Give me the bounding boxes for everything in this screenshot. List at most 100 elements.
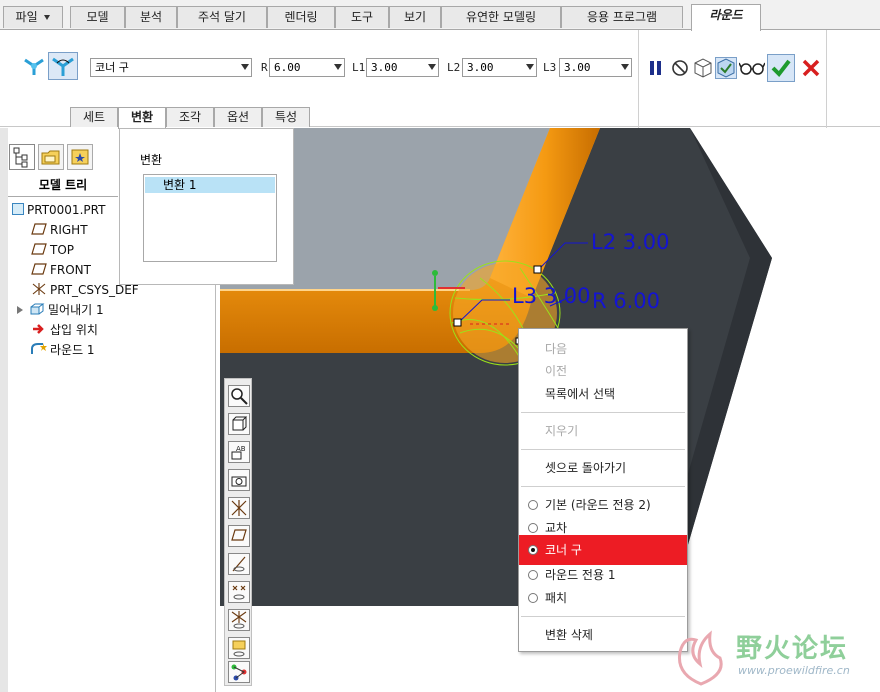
- menu-option-corner-sphere[interactable]: 코너 구: [519, 535, 687, 565]
- verify-glasses-icon[interactable]: [738, 59, 766, 77]
- tab-flexible-modeling[interactable]: 유연한 모델링: [441, 6, 561, 28]
- tree-item-round[interactable]: 라운드 1: [31, 341, 95, 359]
- tab-model[interactable]: 모델: [70, 6, 125, 28]
- l2-value: 3.00: [467, 61, 494, 74]
- menu-separator: [521, 449, 685, 450]
- favorites-icon: [71, 149, 89, 165]
- csys-display-icon[interactable]: [228, 609, 250, 631]
- subtab-pieces[interactable]: 조각: [166, 107, 214, 127]
- menu-option-round-only-1[interactable]: 라운드 전용 1: [519, 564, 687, 586]
- transition-list-item[interactable]: 변환 1: [145, 177, 275, 193]
- tree-icon: [13, 147, 28, 168]
- tree-item-label: PRT_CSYS_DEF: [50, 283, 139, 297]
- no-preview-icon[interactable]: [669, 57, 691, 79]
- datum-display-icon[interactable]: [228, 525, 250, 547]
- separate-preview-icon[interactable]: [692, 57, 714, 79]
- view-box-icon[interactable]: [228, 413, 250, 435]
- menu-option-label: 교차: [545, 521, 568, 535]
- transition-type-value: 코너 구: [95, 61, 129, 74]
- transitions-list[interactable]: 변환 1: [143, 174, 277, 262]
- tree-item-extrude[interactable]: 밀어내기 1: [17, 301, 104, 319]
- tree-item-right[interactable]: RIGHT: [31, 221, 88, 239]
- subtab-options[interactable]: 옵션: [214, 107, 262, 127]
- l3-value-field[interactable]: 3.00: [559, 58, 632, 77]
- watermark: 野火论坛 www.proewildfire.cn: [666, 624, 880, 692]
- l2-label: L2: [447, 61, 461, 74]
- datum-plane-icon: [31, 243, 47, 255]
- saved-views-icon[interactable]: AB: [228, 441, 250, 463]
- dimension-l3[interactable]: L3 3.00: [512, 284, 591, 308]
- r-value: 6.00: [274, 61, 301, 74]
- view-toolbar: AB: [224, 378, 252, 686]
- transition-mode-icon[interactable]: [48, 52, 78, 80]
- dimension-l2[interactable]: L2 3.00: [591, 230, 670, 254]
- tree-item-label: 밀어내기 1: [48, 303, 104, 317]
- display-style-icon[interactable]: [228, 497, 250, 519]
- cancel-x-icon[interactable]: [800, 57, 822, 79]
- tab-applications[interactable]: 응용 프로그램: [561, 6, 683, 28]
- subtab-properties[interactable]: 특성: [262, 107, 310, 127]
- dimension-r[interactable]: R 6.00: [592, 289, 660, 313]
- point-display-icon[interactable]: [228, 581, 250, 603]
- ribbon-divider: [638, 30, 639, 128]
- menu-separator: [521, 412, 685, 413]
- menu-item-delete-transition[interactable]: 변환 삭제: [519, 624, 687, 646]
- radio-selected-icon: [528, 545, 538, 555]
- tab-annotate[interactable]: 주석 달기: [177, 6, 267, 28]
- menu-option-patch[interactable]: 패치: [519, 587, 687, 609]
- tab-tools[interactable]: 도구: [335, 6, 389, 28]
- subtab-transitions[interactable]: 변환: [118, 107, 166, 129]
- chevron-down-icon: [428, 64, 436, 70]
- round-icon: [31, 343, 47, 354]
- menu-item-pick-from-list[interactable]: 목록에서 선택: [519, 383, 687, 405]
- favorites-tab[interactable]: [67, 144, 93, 170]
- spin-center-icon[interactable]: [228, 661, 250, 683]
- tab-view[interactable]: 보기: [389, 6, 441, 28]
- datum-plane-icon: [31, 263, 47, 275]
- extrude-icon: [30, 303, 45, 315]
- annotation-display-icon[interactable]: [228, 637, 250, 659]
- expand-arrow-icon[interactable]: [17, 306, 23, 314]
- context-menu: 다음 이전 목록에서 선택 지우기 셋으로 돌아가기 기본 (라운드 전용 2)…: [518, 328, 688, 652]
- pause-icon[interactable]: [646, 58, 666, 78]
- insert-arrow-icon: [33, 324, 44, 334]
- axis-display-icon[interactable]: [228, 553, 250, 575]
- chevron-down-icon: [334, 64, 342, 70]
- menu-item-next[interactable]: 다음: [519, 338, 687, 360]
- radio-icon: [528, 523, 538, 533]
- tab-analysis[interactable]: 분석: [125, 6, 177, 28]
- tree-item-label: FRONT: [50, 263, 91, 277]
- menu-item-back-to-set[interactable]: 셋으로 돌아가기: [519, 457, 687, 479]
- l2-value-field[interactable]: 3.00: [462, 58, 537, 77]
- file-menu-label: 파일: [15, 10, 38, 24]
- subtab-sets[interactable]: 세트: [70, 107, 118, 127]
- l1-value: 3.00: [371, 61, 398, 74]
- camera-icon[interactable]: [228, 469, 250, 491]
- tree-item-part[interactable]: PRT0001.PRT: [12, 201, 105, 219]
- tree-item-label: 삽입 위치: [50, 323, 98, 337]
- tree-item-top[interactable]: TOP: [31, 241, 74, 259]
- confirm-check-icon[interactable]: [767, 54, 795, 82]
- menu-item-clear[interactable]: 지우기: [519, 420, 687, 442]
- menu-separator: [521, 486, 685, 487]
- part-icon: [12, 203, 24, 215]
- r-value-field[interactable]: 6.00: [269, 58, 345, 77]
- radio-icon: [528, 593, 538, 603]
- set-mode-icon[interactable]: [22, 54, 46, 78]
- folder-browser-tab[interactable]: [38, 144, 64, 170]
- tree-item-front[interactable]: FRONT: [31, 261, 91, 279]
- geometry-preview-icon[interactable]: [715, 57, 737, 79]
- menu-item-previous[interactable]: 이전: [519, 360, 687, 382]
- file-menu-button[interactable]: 파일: [3, 6, 63, 28]
- l1-value-field[interactable]: 3.00: [366, 58, 439, 77]
- radio-icon: [528, 500, 538, 510]
- tab-round[interactable]: 라운드: [691, 4, 761, 31]
- tree-item-label: RIGHT: [50, 223, 88, 237]
- tree-item-insert-here[interactable]: 삽입 위치: [31, 321, 98, 339]
- zoom-icon[interactable]: [228, 385, 250, 407]
- model-tree-tab[interactable]: [9, 144, 35, 170]
- tab-render[interactable]: 렌더링: [267, 6, 335, 28]
- radio-icon: [528, 570, 538, 580]
- transition-type-select[interactable]: 코너 구: [90, 58, 252, 77]
- menu-option-default[interactable]: 기본 (라운드 전용 2): [519, 494, 687, 516]
